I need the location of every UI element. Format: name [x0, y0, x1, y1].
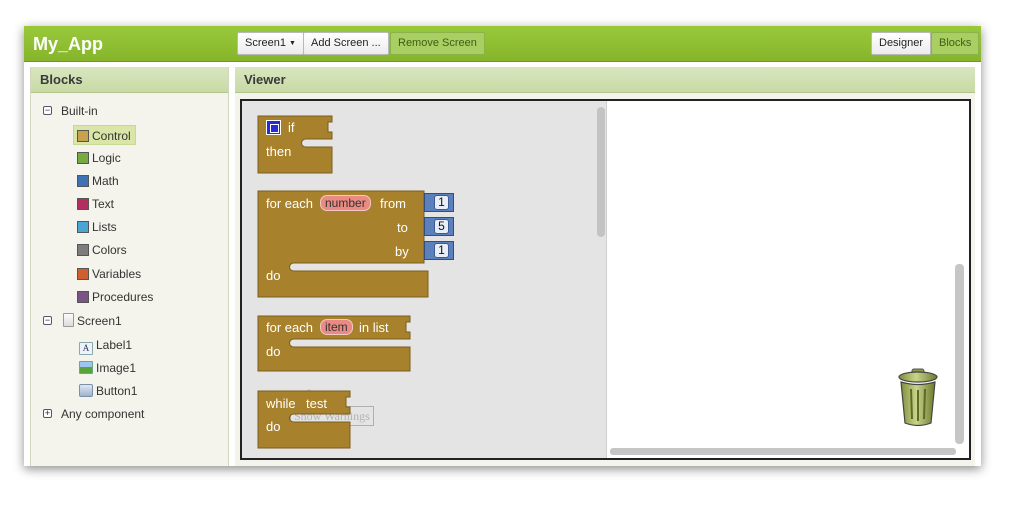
app-window: My_App Screen1 ▼ Add Screen ... Remove Sc… — [24, 26, 981, 466]
tree-item-button1[interactable]: Button1 — [79, 381, 137, 401]
screen-select-label: Screen1 — [245, 37, 286, 49]
tree-item-label: Procedures — [92, 290, 154, 304]
collapse-icon[interactable]: − — [43, 106, 52, 115]
screen-select-dropdown[interactable]: Screen1 ▼ — [237, 32, 304, 55]
logic-swatch-icon — [77, 152, 89, 164]
trash-icon[interactable] — [894, 367, 942, 429]
tree-item-label: Image1 — [96, 361, 137, 375]
number-block-to[interactable]: 5 — [424, 217, 454, 236]
test-label: test — [306, 396, 327, 411]
number-block-from[interactable]: 1 — [424, 193, 454, 212]
tree-item-label: Button1 — [96, 384, 138, 398]
loop-variable-item[interactable]: item — [320, 319, 353, 335]
mutator-gear-icon[interactable] — [266, 120, 281, 135]
tree-item-label: Variables — [92, 267, 142, 281]
number-block-by[interactable]: 1 — [424, 241, 454, 260]
loop-variable-number[interactable]: number — [320, 195, 371, 211]
tree-item-colors[interactable]: Colors — [77, 240, 127, 260]
tree-item-label: Colors — [92, 243, 127, 257]
designer-button[interactable]: Designer — [871, 32, 932, 55]
blocks-workspace[interactable]: 0 Show Warnings if then for each — [240, 99, 971, 460]
for-each-label: for each — [266, 320, 313, 335]
tree-item-math[interactable]: Math — [77, 171, 119, 191]
do-label: do — [266, 268, 281, 283]
number-value[interactable]: 5 — [434, 219, 449, 234]
top-toolbar: My_App Screen1 ▼ Add Screen ... Remove Sc… — [24, 26, 981, 62]
from-label: from — [380, 196, 406, 211]
tree-item-control[interactable]: Control — [73, 125, 136, 145]
tree-item-any-component[interactable]: Any component — [61, 404, 144, 424]
for-each-label: for each — [266, 196, 313, 211]
procedures-swatch-icon — [77, 291, 89, 303]
viewer-panel: Viewer 0 Show Warnings if — [235, 67, 975, 466]
tree-item-label: Label1 — [96, 338, 133, 352]
tree-item-label: Screen1 — [77, 314, 122, 328]
screen-icon — [63, 313, 74, 327]
number-value[interactable]: 1 — [434, 195, 449, 210]
math-swatch-icon — [77, 175, 89, 187]
text-swatch-icon — [77, 198, 89, 210]
then-label: then — [266, 144, 292, 159]
tree-item-label: Logic — [92, 151, 121, 165]
do-label: do — [266, 344, 281, 359]
label-icon: A — [79, 342, 93, 355]
expand-icon[interactable]: + — [43, 409, 52, 418]
tree-item-label: Lists — [92, 220, 117, 234]
to-label: to — [397, 220, 408, 235]
control-swatch-icon — [77, 130, 89, 142]
viewer-panel-header: Viewer — [235, 67, 975, 93]
tree-item-built-in[interactable]: Built-in — [61, 101, 98, 121]
tree-item-procedures[interactable]: Procedures — [77, 287, 153, 307]
workspace-vertical-scrollbar[interactable] — [955, 264, 964, 444]
chevron-down-icon: ▼ — [288, 40, 296, 47]
tree-item-label: Math — [92, 174, 119, 188]
app-title: My_App — [33, 34, 104, 54]
blocks-button[interactable]: Blocks — [931, 32, 980, 55]
colors-swatch-icon — [77, 244, 89, 256]
if-label: if — [288, 120, 295, 135]
remove-screen-button[interactable]: Remove Screen — [390, 32, 485, 55]
add-screen-button[interactable]: Add Screen ... — [303, 32, 389, 55]
while-label: while — [266, 396, 296, 411]
do-label: do — [266, 419, 281, 434]
tree-item-lists[interactable]: Lists — [77, 217, 117, 237]
tree-item-label: Text — [92, 197, 115, 211]
block-palette-flyout[interactable]: 0 Show Warnings if then for each — [242, 101, 607, 458]
number-value[interactable]: 1 — [434, 243, 449, 258]
lists-swatch-icon — [77, 221, 89, 233]
button-icon — [79, 384, 93, 397]
tree-item-text[interactable]: Text — [77, 194, 114, 214]
image-icon — [79, 361, 93, 374]
palette-scrollbar[interactable] — [597, 107, 605, 237]
tree-item-variables[interactable]: Variables — [77, 264, 141, 284]
by-label: by — [395, 244, 409, 259]
variables-swatch-icon — [77, 268, 89, 280]
blocks-panel-header: Blocks — [31, 67, 228, 93]
tree-item-screen1[interactable]: Screen1 — [63, 311, 122, 331]
workspace-horizontal-scrollbar[interactable] — [610, 448, 956, 455]
blocks-canvas — [257, 115, 429, 449]
in-list-label: in list — [359, 320, 389, 335]
tree-item-image1[interactable]: Image1 — [79, 358, 136, 378]
tree-item-label1[interactable]: A Label1 — [79, 335, 132, 355]
collapse-icon[interactable]: − — [43, 316, 52, 325]
tree-item-label: Control — [92, 129, 131, 143]
tree-item-logic[interactable]: Logic — [77, 148, 121, 168]
blocks-panel: Blocks − Built-in Control Logic Math Tex… — [30, 67, 229, 466]
